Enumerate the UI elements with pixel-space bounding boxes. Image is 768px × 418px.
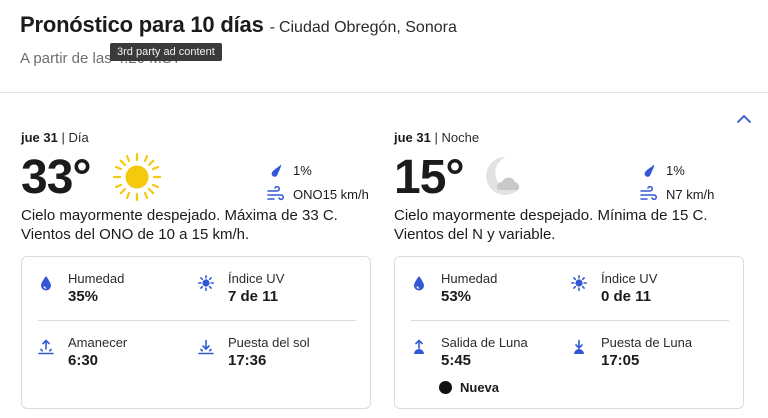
uv-icon bbox=[571, 275, 587, 291]
title-row: Pronóstico para 10 días - Ciudad Obregón… bbox=[20, 12, 457, 38]
night-conditions: 1% N7 km/h bbox=[640, 160, 714, 204]
day-wind-row: ONO15 km/h bbox=[267, 184, 369, 204]
day-sunrise-label: Amanecer bbox=[68, 335, 128, 350]
night-precip-value: 1% bbox=[666, 162, 685, 178]
day-sunset-value: 17:36 bbox=[228, 352, 267, 369]
title-separator: - bbox=[269, 19, 275, 36]
humidity-icon bbox=[411, 275, 427, 291]
moon-phase-label: Nueva bbox=[460, 380, 500, 395]
night-precip-row: 1% bbox=[640, 160, 714, 180]
night-wind-value: N7 km/h bbox=[666, 186, 715, 202]
night-date: jue 31 bbox=[394, 130, 431, 145]
sun-icon bbox=[112, 152, 162, 202]
night-wind-row: N7 km/h bbox=[640, 184, 714, 204]
night-moonrise-label: Salida de Luna bbox=[441, 335, 528, 350]
night-narrative: Cielo mayormente despejado. Mínima de 15… bbox=[394, 207, 708, 243]
page-title: Pronóstico para 10 días bbox=[20, 12, 264, 37]
day-details-card: Humedad 35% Índice UV 7 de 11 Amanecer 6… bbox=[21, 256, 371, 409]
day-precip-row: 1% bbox=[267, 160, 369, 180]
day-period-label: jue 31 | Día bbox=[21, 130, 373, 145]
day-narrative: Cielo mayormente despejado. Máxima de 33… bbox=[21, 207, 338, 243]
night-moonrise-value: 5:45 bbox=[441, 352, 472, 369]
wind-icon bbox=[267, 186, 285, 202]
moonrise-icon bbox=[411, 339, 427, 355]
moon-icon bbox=[486, 156, 520, 195]
location-name[interactable]: Ciudad Obregón, Sonora bbox=[279, 19, 457, 37]
chevron-up-icon[interactable] bbox=[735, 110, 753, 128]
day-sunrise-value: 6:30 bbox=[68, 352, 99, 369]
day-uv-value: 7 de 11 bbox=[228, 288, 279, 305]
day-humidity-value: 35% bbox=[68, 288, 99, 305]
details-divider bbox=[411, 320, 729, 321]
day-uv-label: Índice UV bbox=[228, 271, 285, 286]
wind-icon bbox=[640, 186, 658, 202]
ad-tooltip: 3rd party ad content bbox=[110, 43, 222, 61]
new-moon-icon bbox=[439, 381, 452, 394]
day-temperature: 33° bbox=[21, 151, 92, 204]
night-uv-value: 0 de 11 bbox=[601, 288, 652, 305]
humidity-icon bbox=[38, 275, 54, 291]
day-conditions: 1% ONO15 km/h bbox=[267, 160, 369, 204]
night-panel: jue 31 | Noche 15° 1% N7 km/h Cielo mayo… bbox=[394, 130, 746, 409]
night-humidity-value: 53% bbox=[441, 288, 472, 305]
night-uv-label: Índice UV bbox=[601, 271, 658, 286]
moon-phase: Nueva bbox=[439, 380, 499, 395]
page-header: Pronóstico para 10 días - Ciudad Obregón… bbox=[20, 12, 457, 38]
night-temperature: 15° bbox=[394, 151, 465, 204]
sunset-icon bbox=[198, 339, 214, 355]
moonset-icon bbox=[571, 339, 587, 355]
day-period: | Día bbox=[61, 130, 89, 145]
uv-icon bbox=[198, 275, 214, 291]
sunrise-icon bbox=[38, 339, 54, 355]
night-details-card: Humedad 53% Índice UV 0 de 11 Salida de … bbox=[394, 256, 744, 409]
day-date: jue 31 bbox=[21, 130, 58, 145]
night-moonset-value: 17:05 bbox=[601, 352, 640, 369]
precip-icon bbox=[640, 162, 658, 178]
day-precip-value: 1% bbox=[293, 162, 312, 178]
day-humidity-label: Humedad bbox=[68, 271, 125, 286]
night-moonset-label: Puesta de Luna bbox=[601, 335, 693, 350]
day-panel: jue 31 | Día 33° 1% ONO15 km/h Cielo may… bbox=[21, 130, 373, 409]
section-divider bbox=[0, 92, 768, 93]
day-wind-value: ONO15 km/h bbox=[293, 186, 369, 202]
day-sunset-label: Puesta del sol bbox=[228, 335, 310, 350]
details-divider bbox=[38, 320, 356, 321]
night-humidity-label: Humedad bbox=[441, 271, 498, 286]
precip-icon bbox=[267, 162, 285, 178]
night-period: | Noche bbox=[434, 130, 480, 145]
night-period-label: jue 31 | Noche bbox=[394, 130, 746, 145]
